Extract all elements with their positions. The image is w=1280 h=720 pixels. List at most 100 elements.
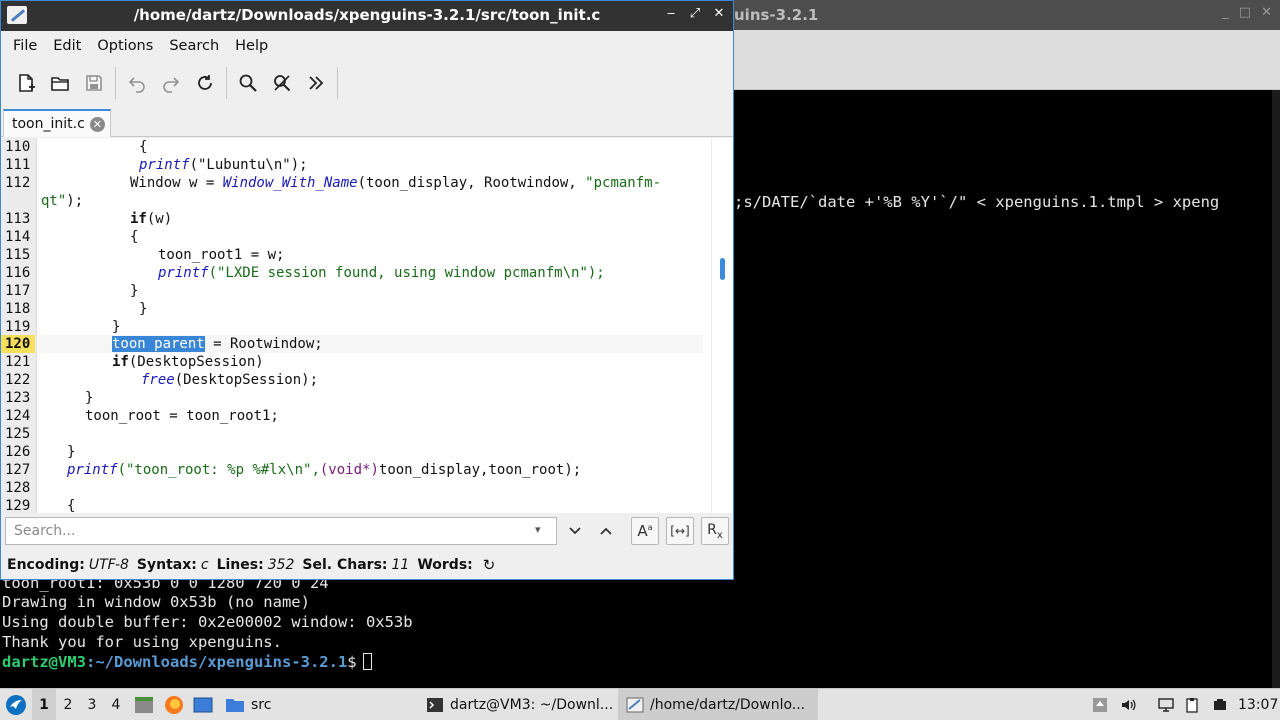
save-icon[interactable]	[77, 66, 111, 100]
volume-icon[interactable]	[1120, 697, 1136, 713]
network-icon[interactable]	[1157, 697, 1174, 713]
tab-bar: toon_init.c ✕	[1, 107, 733, 137]
clock[interactable]: 13:07	[1238, 689, 1278, 720]
tab-toon-init[interactable]: toon_init.c ✕	[3, 109, 111, 137]
undo-icon[interactable]	[120, 66, 154, 100]
terminal-scrollbar[interactable]	[1272, 90, 1280, 688]
code-text: (DesktopSession);	[174, 372, 319, 388]
code-line: Window w = Window_With_Name(toon_display…	[130, 174, 661, 192]
match-case-button[interactable]: Aa	[631, 517, 659, 545]
maximize-icon[interactable]: □	[1239, 5, 1251, 20]
more-icon[interactable]	[299, 66, 333, 100]
lines-value: 352	[267, 557, 295, 573]
line-number: 121	[5, 354, 31, 370]
terminal-prompt[interactable]: dartz@VM3:~/Downloads/xpenguins-3.2.1$	[2, 652, 372, 672]
match-case-icon: Aa	[637, 522, 653, 540]
show-desktop-launcher[interactable]	[193, 689, 213, 720]
minimize-icon[interactable]: _	[1222, 5, 1229, 20]
clipboard-icon[interactable]	[1184, 697, 1200, 713]
code-string: ("toon_root: %p %#lx\n",	[117, 462, 320, 478]
code-text: );	[66, 193, 84, 209]
code-text: toon_root1 = w;	[158, 247, 285, 263]
regex-icon: Rx	[707, 521, 723, 541]
code-function: printf	[139, 157, 190, 173]
lines-label: Lines:	[216, 557, 264, 573]
prompt-path: :~/Downloads/xpenguins-3.2.1	[86, 653, 348, 671]
new-file-icon[interactable]	[9, 66, 43, 100]
code-text: toon_display,toon_root);	[378, 462, 582, 478]
workspace-1[interactable]: 1	[32, 689, 56, 720]
search-next-button[interactable]	[561, 517, 589, 545]
removable-media-icon[interactable]	[1212, 697, 1228, 713]
selected-text: toon parent	[112, 336, 205, 352]
line-number: 126	[5, 444, 31, 460]
code-line: toon_root1 = w;	[158, 246, 284, 264]
code-function: Window_With_Name	[222, 175, 358, 191]
current-line-number: 120	[1, 335, 35, 353]
task-terminal-label: dartz@VM3: ~/Downl...	[450, 697, 614, 713]
replace-icon[interactable]	[265, 66, 299, 100]
menu-options[interactable]: Options	[89, 38, 161, 54]
update-notifier-icon[interactable]	[1092, 697, 1108, 713]
open-folder-icon[interactable]	[43, 66, 77, 100]
firefox-icon	[165, 696, 183, 714]
code-line: qt");	[41, 192, 83, 210]
text-editor-window[interactable]: /home/dartz/Downloads/xpenguins-3.2.1/sr…	[0, 0, 734, 580]
task-src-folder[interactable]: src	[225, 689, 271, 720]
editor-titlebar[interactable]: /home/dartz/Downloads/xpenguins-3.2.1/sr…	[1, 1, 733, 31]
lubuntu-logo-icon	[6, 695, 26, 715]
menu-help[interactable]: Help	[227, 38, 276, 54]
file-manager-launcher[interactable]	[134, 689, 154, 720]
menu-file[interactable]: File	[5, 38, 45, 54]
encoding-label: Encoding:	[7, 557, 85, 573]
search-history-chevron-icon[interactable]: ▾	[535, 523, 541, 536]
search-previous-button[interactable]	[592, 517, 620, 545]
start-menu-button[interactable]	[4, 689, 28, 720]
line-number-gutter: 110 111 112 113 114 115 116 117 118 119 …	[1, 138, 37, 513]
regex-button[interactable]: Rx	[701, 517, 729, 545]
workspace-2[interactable]: 2	[56, 689, 80, 720]
workspace-3[interactable]: 3	[80, 689, 104, 720]
reload-icon[interactable]	[188, 66, 222, 100]
line-number: 113	[5, 211, 31, 227]
status-bar: Encoding: UTF-8 Syntax: c Lines: 352 Sel…	[1, 551, 733, 579]
line-number: 115	[5, 247, 31, 263]
line-number: 124	[5, 408, 31, 424]
scrollbar-thumb[interactable]	[720, 258, 725, 280]
minimize-icon[interactable]: ‒	[665, 6, 677, 21]
redo-icon[interactable]	[154, 66, 188, 100]
code-function: printf	[67, 462, 118, 478]
refresh-words-icon[interactable]: ↻	[483, 556, 496, 574]
find-icon[interactable]	[231, 66, 265, 100]
code-line: {	[130, 228, 138, 246]
maximize-icon[interactable]: ⤢	[689, 6, 701, 21]
firefox-launcher[interactable]	[164, 689, 184, 720]
code-text: }	[67, 444, 76, 460]
chevron-down-icon	[569, 527, 581, 535]
line-number: 128	[5, 480, 31, 496]
close-icon[interactable]: ✕	[713, 6, 725, 21]
line-number: 127	[5, 462, 31, 478]
window-title: /home/dartz/Downloads/xpenguins-3.2.1/sr…	[133, 6, 601, 24]
terminal-window-controls: _ □ ✕	[1222, 5, 1272, 20]
search-input[interactable]	[5, 517, 557, 545]
task-editor-label: /home/dartz/Downlo...	[650, 697, 806, 713]
line-number: 118	[5, 301, 31, 317]
code-line: }	[112, 318, 120, 336]
code-editor[interactable]: 110 111 112 113 114 115 116 117 118 119 …	[1, 138, 733, 513]
file-manager-icon	[135, 697, 153, 713]
task-terminal[interactable]: dartz@VM3: ~/Downl...	[420, 689, 616, 720]
menu-edit[interactable]: Edit	[45, 38, 89, 54]
editor-scrollbar[interactable]	[711, 138, 733, 513]
whole-word-button[interactable]: [↔]	[666, 517, 694, 545]
menu-search[interactable]: Search	[161, 38, 227, 54]
close-icon[interactable]: ✕	[1261, 5, 1272, 20]
code-text: }	[85, 390, 94, 406]
words-label: Words:	[417, 557, 473, 573]
tab-close-icon[interactable]: ✕	[89, 116, 105, 132]
desktop-icon	[193, 697, 213, 713]
workspace-4[interactable]: 4	[104, 689, 128, 720]
task-text-editor[interactable]: /home/dartz/Downlo...	[618, 689, 818, 720]
terminal-cursor	[362, 653, 372, 670]
line-number: 119	[5, 319, 31, 335]
